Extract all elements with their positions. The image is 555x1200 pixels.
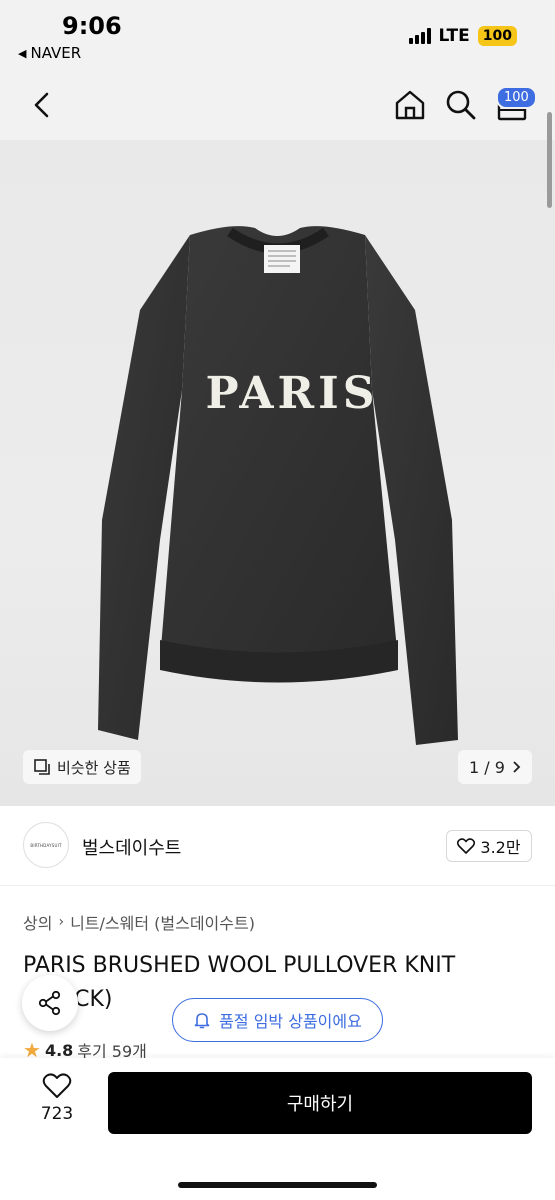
wishlist-button[interactable]: 723 [30,1072,84,1134]
back-to-app[interactable]: ◀ NAVER [18,44,81,62]
brand-like-button[interactable]: 3.2만 [446,830,532,862]
brand-row: BIRTHDAYSUIT 벌스데이수트 3.2만 [0,806,555,886]
bell-icon [194,1013,210,1029]
product-image-carousel[interactable]: PARIS [0,140,555,806]
share-button[interactable] [22,975,78,1031]
breadcrumb-chevron-icon: › [58,914,65,930]
soldout-notice-text: 품절 임박 상품이에요 [219,1012,362,1031]
home-button[interactable] [393,88,427,122]
search-icon [446,90,476,120]
bottom-action-bar: 723 구매하기 [0,1058,555,1200]
wishlist-count: 723 [40,1104,74,1124]
sweater-image [98,226,458,745]
cart-count-badge: 100 [496,86,537,109]
chevron-right-icon [513,761,521,773]
share-icon [38,990,61,1016]
breadcrumb-level1[interactable]: 상의 [23,910,52,934]
brand-logo-text: BIRTHDAYSUIT [30,842,62,848]
breadcrumb-level2[interactable]: 니트/스웨터 (벌스데이수트) [70,910,255,934]
chevron-left-icon [34,92,49,118]
status-bar: 9:06 ◀ NAVER LTE 100 [0,0,555,70]
copy-icon [34,759,50,775]
back-app-label: NAVER [30,44,82,62]
brand-like-count: 3.2만 [480,838,521,857]
similar-products-label: 비슷한 상품 [57,758,131,777]
image-pager-count: 1 / 9 [469,757,505,777]
top-nav [0,70,555,140]
signal-icon [408,28,431,44]
status-time: 9:06 [62,12,122,40]
rating-score: 4.8 [44,1040,74,1060]
back-triangle-icon: ◀ [18,46,27,60]
scrollbar[interactable] [547,112,552,208]
similar-products-button[interactable]: 비슷한 상품 [23,750,141,784]
status-indicators: LTE 100 [408,26,517,46]
buy-button[interactable]: 구매하기 [108,1072,532,1134]
search-button[interactable] [444,88,478,122]
brand-name[interactable]: 벌스데이수트 [82,834,181,860]
heart-icon [42,1073,72,1098]
home-icon [395,90,425,120]
network-label: LTE [438,26,470,46]
heart-icon [457,838,476,854]
sweater-print-text: PARIS [205,368,379,419]
soldout-notice-pill[interactable]: 품절 임박 상품이에요 [172,998,383,1042]
back-button[interactable] [26,88,56,122]
image-pager-button[interactable]: 1 / 9 [458,750,532,784]
home-indicator [178,1182,377,1188]
battery-icon: 100 [477,26,517,46]
brand-logo[interactable]: BIRTHDAYSUIT [23,822,69,868]
breadcrumb: 상의 › 니트/스웨터 (벌스데이수트) [23,910,255,934]
